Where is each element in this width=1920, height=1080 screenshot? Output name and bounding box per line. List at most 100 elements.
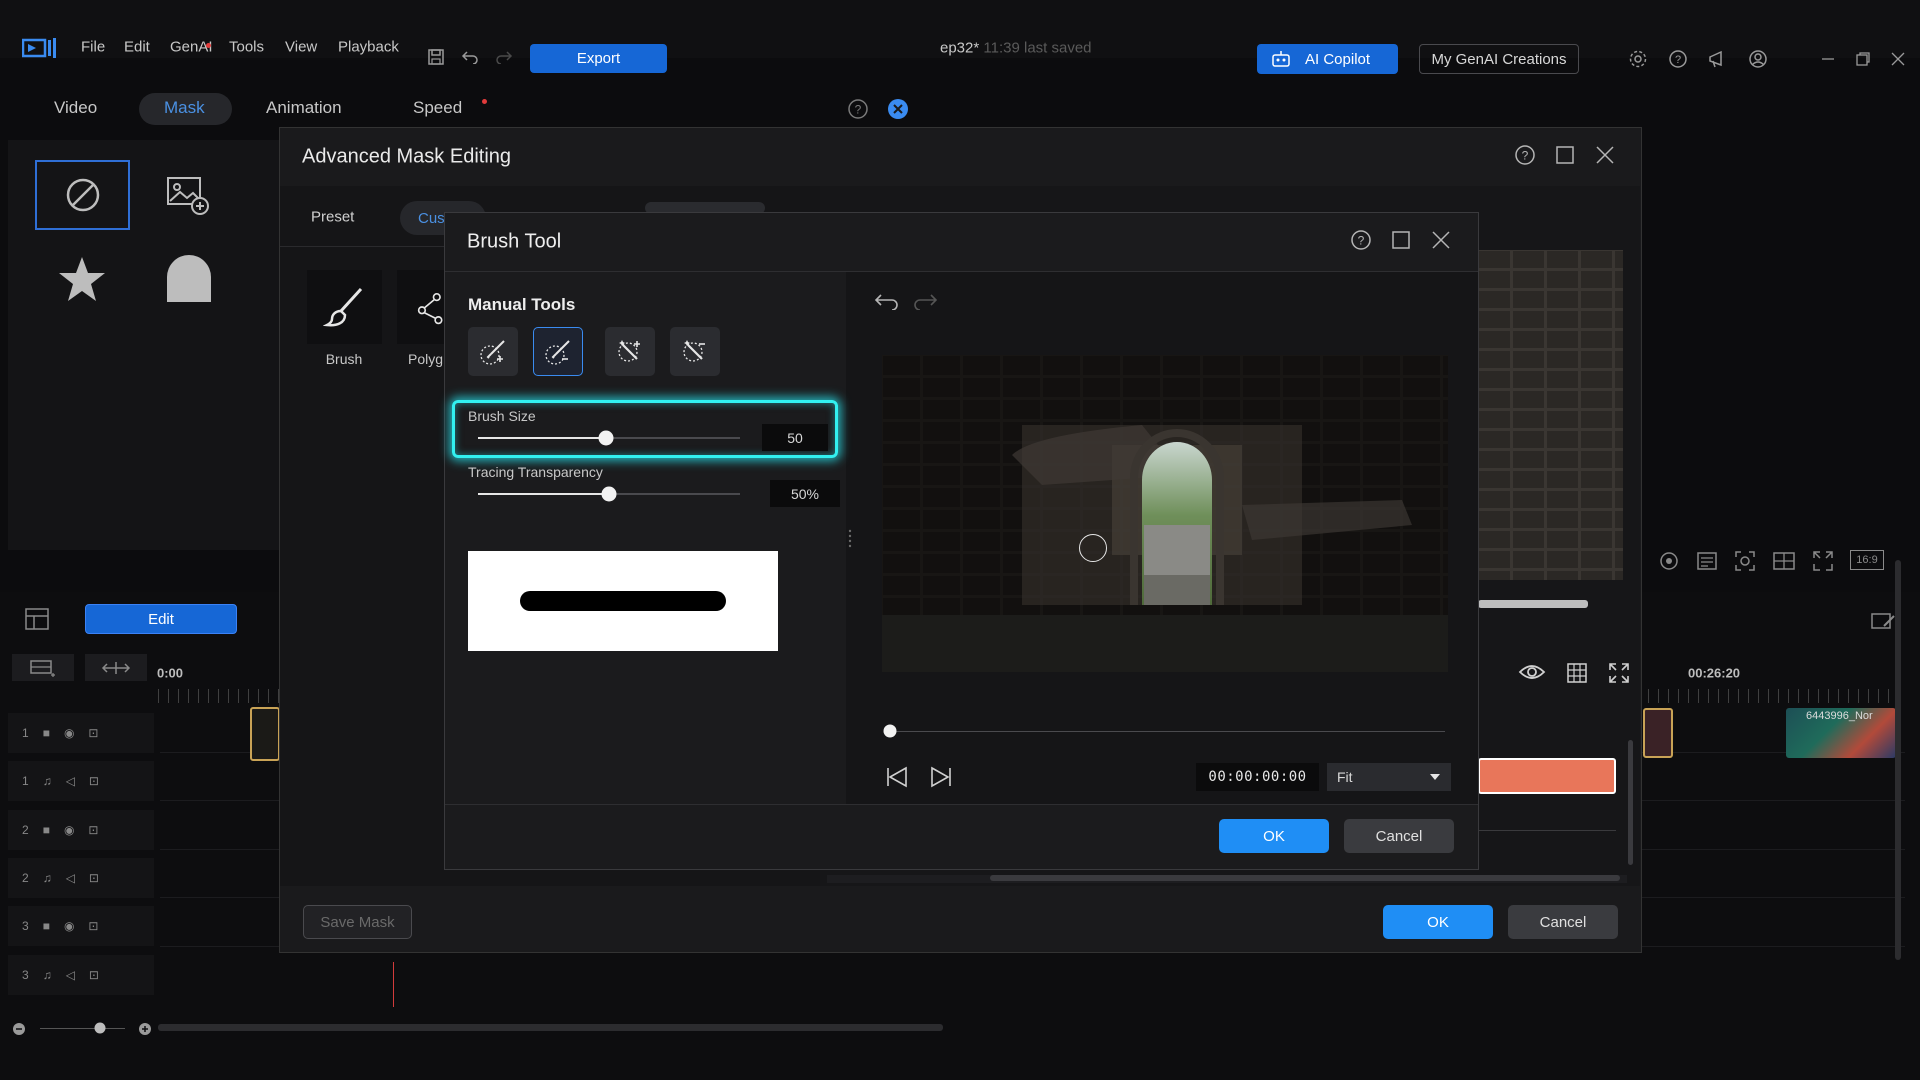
brush-tool-tile[interactable] — [307, 270, 382, 344]
zoom-fit-select[interactable]: Fit — [1327, 763, 1451, 791]
mask-undo-icon[interactable] — [874, 292, 900, 310]
video-clip-left[interactable] — [250, 707, 280, 761]
next-frame-icon[interactable] — [928, 766, 954, 788]
right-vertical-scrollbar[interactable] — [1895, 560, 1901, 960]
ame-horizontal-scrollbar[interactable] — [990, 875, 1620, 881]
lock-icon[interactable]: ⊡ — [89, 968, 99, 982]
image-mask-add-icon[interactable] — [165, 175, 211, 217]
save-mask-button[interactable]: Save Mask — [303, 905, 412, 939]
bt-maximize-icon[interactable] — [1388, 227, 1414, 253]
ame-eye-icon[interactable] — [1518, 662, 1546, 684]
ame-close-icon[interactable] — [1592, 142, 1618, 168]
timecode-display[interactable]: 00:00:00:00 — [1196, 763, 1319, 791]
tracing-transparency-slider-thumb[interactable] — [601, 486, 617, 502]
video-clip-right[interactable]: 6443996_Nor — [1786, 708, 1896, 758]
bt-cancel-button[interactable]: Cancel — [1344, 819, 1454, 853]
tab-speed[interactable]: Speed — [413, 98, 462, 118]
menu-edit[interactable]: Edit — [124, 39, 150, 56]
preview-timeline-thumb[interactable] — [883, 724, 897, 738]
menu-file[interactable]: File — [81, 39, 105, 56]
minimize-icon[interactable] — [1815, 46, 1841, 72]
lock-icon[interactable]: ⊡ — [89, 774, 99, 788]
speaker-icon[interactable]: ◁ — [66, 968, 75, 982]
close-app-icon[interactable] — [1885, 46, 1911, 72]
export-button[interactable]: Export — [530, 44, 667, 73]
ame-help-icon[interactable]: ? — [1512, 142, 1538, 168]
ame-grid-icon[interactable] — [1566, 662, 1588, 684]
smart-add-tool-button[interactable] — [605, 327, 655, 376]
horizontal-scrollbar[interactable] — [158, 1024, 943, 1031]
zoom-slider-thumb[interactable] — [94, 1022, 106, 1034]
lock-icon[interactable]: ⊡ — [88, 919, 98, 933]
tab-video[interactable]: Video — [54, 98, 97, 118]
mask-none-tile[interactable] — [35, 160, 130, 230]
zoom-out-icon[interactable] — [12, 1022, 26, 1036]
ame-fullscreen-icon[interactable] — [1608, 662, 1630, 684]
erase-brush-tool-button[interactable] — [533, 327, 583, 376]
panel-splitter-handle[interactable] — [848, 528, 852, 550]
ame-preview-scrub[interactable] — [1478, 600, 1588, 608]
ame-ok-button[interactable]: OK — [1383, 905, 1493, 939]
brush-size-slider-thumb[interactable] — [598, 430, 614, 446]
lock-icon[interactable]: ⊡ — [88, 823, 98, 837]
lock-icon[interactable]: ⊡ — [89, 871, 99, 885]
polygon-tool-tile[interactable] — [397, 270, 445, 344]
previous-frame-icon[interactable] — [884, 766, 910, 788]
menu-playback[interactable]: Playback — [338, 39, 399, 56]
preset-tab[interactable]: Preset — [311, 209, 354, 226]
ame-cancel-button[interactable]: Cancel — [1508, 905, 1618, 939]
save-icon[interactable] — [423, 44, 449, 70]
timeline-layout-icon[interactable] — [25, 608, 49, 630]
mask-redo-icon[interactable] — [912, 292, 938, 310]
lock-icon[interactable]: ⊡ — [88, 726, 98, 740]
tab-mask[interactable]: Mask — [164, 98, 205, 118]
add-brush-tool-button[interactable] — [468, 327, 518, 376]
bt-ok-button[interactable]: OK — [1219, 819, 1329, 853]
edit-panel-icon[interactable] — [1870, 610, 1896, 632]
mask-video-preview[interactable] — [882, 355, 1448, 672]
settings-gear-icon[interactable] — [1625, 46, 1651, 72]
my-genai-creations-button[interactable]: My GenAI Creations — [1419, 44, 1579, 74]
speaker-icon[interactable]: ◁ — [66, 871, 75, 885]
app-logo-icon[interactable] — [22, 36, 58, 60]
zoom-slider-track[interactable] — [40, 1028, 125, 1029]
grid-layout-icon[interactable] — [1772, 550, 1796, 572]
bt-help-icon[interactable]: ? — [1348, 227, 1374, 253]
list-icon[interactable] — [1696, 550, 1718, 572]
notification-megaphone-icon[interactable] — [1705, 46, 1731, 72]
arch-mask-icon[interactable] — [166, 254, 212, 302]
tab-animation[interactable]: Animation — [266, 98, 342, 118]
tracing-transparency-value[interactable]: 50% — [770, 480, 840, 507]
help-icon[interactable]: ? — [1665, 46, 1691, 72]
ai-copilot-button[interactable]: AI Copilot — [1257, 44, 1398, 74]
track-manager-button[interactable] — [12, 654, 74, 681]
eye-icon[interactable]: ◉ — [64, 726, 74, 740]
edit-button[interactable]: Edit — [85, 604, 237, 634]
menu-view[interactable]: View — [285, 39, 317, 56]
star-mask-icon[interactable] — [57, 255, 107, 303]
panel-close-icon[interactable] — [885, 96, 911, 122]
panel-help-icon[interactable]: ? — [845, 96, 871, 122]
bt-close-icon[interactable] — [1428, 227, 1454, 253]
ame-vertical-scrollbar[interactable] — [1628, 740, 1633, 865]
playhead-line[interactable] — [393, 962, 394, 1007]
video-clip-mid[interactable] — [1643, 708, 1673, 758]
undo-icon[interactable] — [457, 44, 483, 70]
account-avatar-icon[interactable] — [1745, 46, 1771, 72]
zoom-frame-icon[interactable] — [1734, 550, 1756, 572]
menu-tools[interactable]: Tools — [229, 39, 264, 56]
ame-maximize-icon[interactable] — [1552, 142, 1578, 168]
fullscreen-icon[interactable] — [1812, 550, 1834, 572]
restore-icon[interactable] — [1850, 46, 1876, 72]
ame-audio-clip[interactable] — [1478, 758, 1616, 794]
redo-icon[interactable] — [491, 44, 517, 70]
snapshot-icon[interactable] — [1658, 550, 1680, 572]
aspect-ratio-badge[interactable]: 16:9 — [1850, 550, 1884, 570]
fit-timeline-button[interactable] — [85, 654, 147, 681]
speaker-icon[interactable]: ◁ — [66, 774, 75, 788]
eye-icon[interactable]: ◉ — [64, 823, 74, 837]
brush-size-value[interactable]: 50 — [762, 424, 828, 451]
zoom-in-icon[interactable] — [138, 1022, 152, 1036]
eye-icon[interactable]: ◉ — [64, 919, 74, 933]
smart-erase-tool-button[interactable] — [670, 327, 720, 376]
